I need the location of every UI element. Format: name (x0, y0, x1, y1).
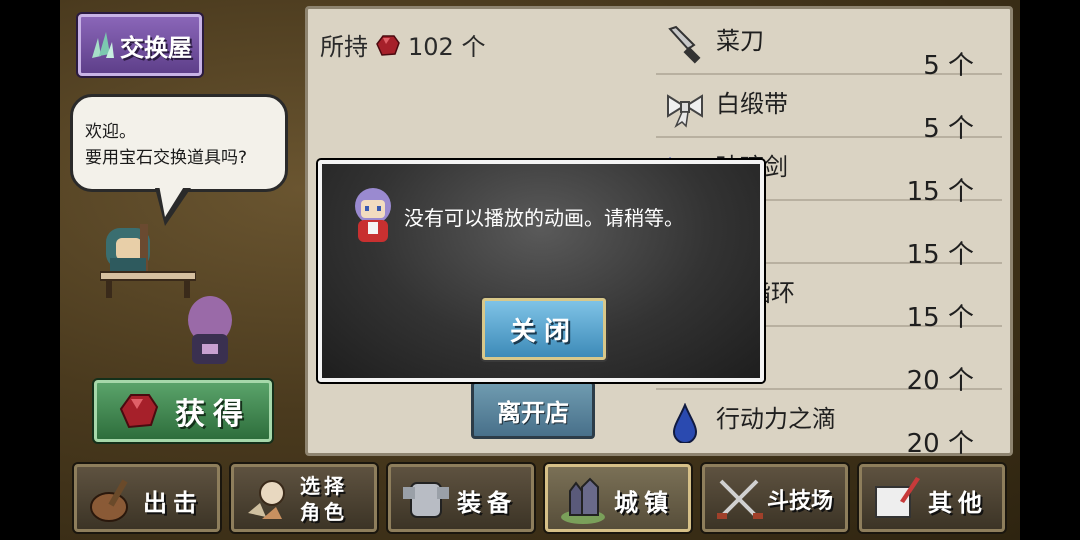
item-name: 菜刀 (716, 27, 764, 55)
nav-label-line-1: 选择 (300, 474, 348, 498)
gem-holdings: 所持 102 个 (320, 27, 485, 62)
nav-sortie[interactable]: 出击 (74, 464, 220, 532)
close-button-label: 关闭 (509, 316, 578, 347)
nav-label: 装备 (457, 489, 517, 517)
crossed-swords-icon (717, 479, 763, 519)
obtain-gems-button[interactable]: 获得 (94, 380, 272, 442)
nav-select-character[interactable]: 选择 角色 (231, 464, 377, 532)
close-button[interactable]: 关闭 (482, 298, 606, 360)
kitchen-knife-icon (668, 25, 701, 64)
nav-label: 其他 (928, 489, 988, 517)
nav-equipment[interactable]: 装备 (388, 464, 534, 532)
nav-town[interactable]: 城镇 (545, 464, 691, 532)
nav-label: 斗技场 (767, 489, 834, 514)
red-gem-icon (376, 34, 400, 56)
nav-arena[interactable]: 斗技场 (702, 464, 848, 532)
bottom-nav: 出击 选择 角色 装备 城镇 斗技场 其他 (74, 464, 1008, 534)
white-ribbon-icon (667, 94, 703, 128)
greeting-line-2: 要用宝石交换道具吗? (85, 148, 248, 168)
nav-other[interactable]: 其他 (859, 464, 1005, 532)
item-qty: 20 个 (906, 429, 974, 459)
blue-drop-icon (672, 403, 698, 443)
ad-unavailable-dialog: 没有可以播放的动画。请稍等。 关闭 (318, 160, 764, 382)
greeting-line-1: 欢迎。 (85, 122, 136, 142)
castle-icon (561, 477, 605, 524)
list-item[interactable]: 行动力之滴 20 个 (656, 391, 1002, 459)
nav-label-line-2: 角色 (300, 500, 348, 524)
player-sprite (188, 296, 232, 364)
exchange-shop-button[interactable]: 交换屋 (78, 14, 202, 76)
character-avatar (355, 188, 391, 242)
armor-icon (403, 482, 449, 518)
shopkeeper-sprite (100, 224, 196, 298)
leave-shop-button[interactable]: 离开店 (471, 381, 595, 439)
scroll-quill-icon (875, 477, 920, 518)
leave-shop-label: 离开店 (497, 398, 569, 427)
list-item[interactable]: 白缎带 5 个 (656, 76, 1002, 144)
item-name: 白缎带 (716, 90, 788, 118)
dialog-message: 没有可以播放的动画。请稍等。 (404, 206, 684, 230)
crystal-icon (92, 32, 114, 58)
holdings-prefix: 所持 (320, 33, 368, 61)
list-item[interactable]: 菜刀 5 个 (656, 13, 1002, 81)
character-select-icon (248, 480, 285, 519)
item-name: 行动力之滴 (716, 405, 836, 433)
nav-label: 选择 角色 (300, 473, 348, 525)
holdings-amount: 102 个 (408, 33, 486, 61)
red-gem-icon (119, 394, 159, 429)
bag-icon (90, 479, 128, 522)
shopkeeper-speech-bubble: 欢迎。 要用宝石交换道具吗? (70, 94, 288, 192)
obtain-label: 获得 (175, 397, 251, 432)
nav-label: 出击 (143, 489, 203, 517)
exchange-shop-label: 交换屋 (120, 33, 192, 62)
nav-label: 城镇 (614, 489, 674, 517)
